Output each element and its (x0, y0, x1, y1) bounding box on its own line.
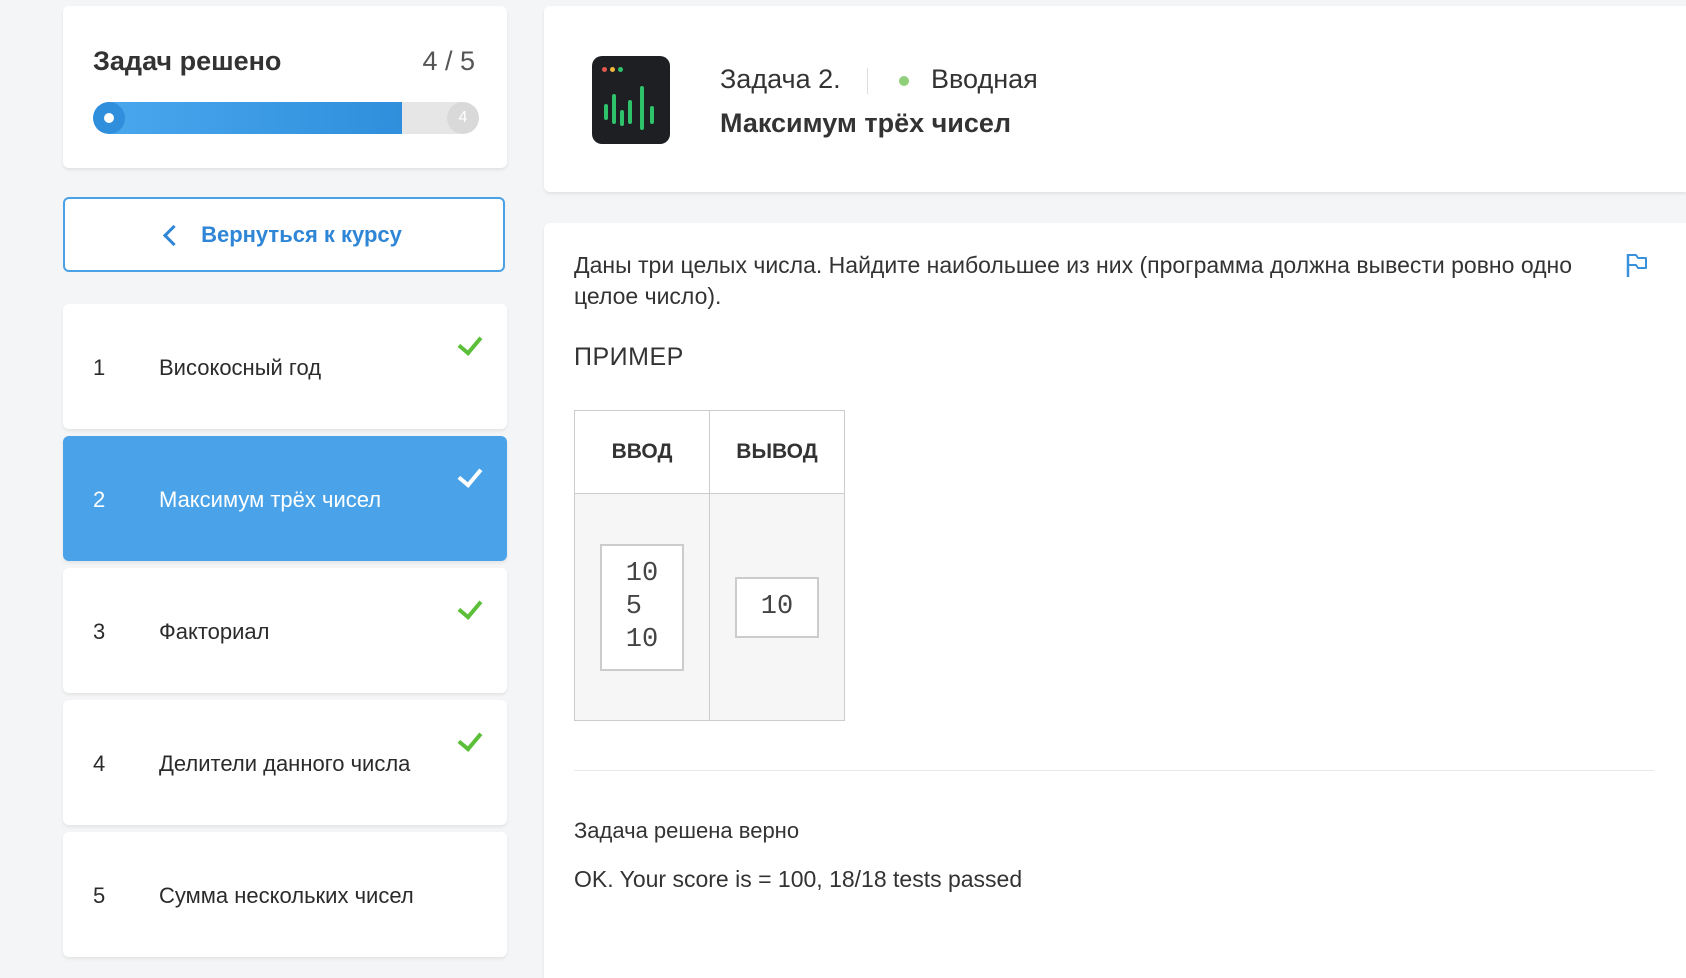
check-icon (457, 330, 483, 356)
example-table: ВВОД ВЫВОД 10 5 10 10 (574, 410, 845, 721)
output-header: ВЫВОД (709, 410, 845, 494)
output-cell: 10 (709, 493, 845, 721)
task-content: Даны три целых числа. Найдите наибольшее… (544, 223, 1686, 978)
task-number: 3 (93, 619, 106, 644)
task-item-3[interactable]: 3 Факториал (63, 568, 507, 693)
task-item-4[interactable]: 4 Делители данного числа (63, 700, 507, 825)
task-label: Сумма нескольких чисел (159, 883, 414, 908)
progress-count: 4 / 5 (422, 46, 475, 76)
check-icon (457, 594, 483, 620)
task-item-2[interactable]: 2 Максимум трёх чисел (63, 436, 507, 561)
task-label: Делители данного числа (159, 751, 411, 776)
back-to-course-button[interactable]: Вернуться к курсу (63, 197, 505, 272)
task-statement: Даны три целых числа. Найдите наибольшее… (574, 252, 1573, 309)
task-label: Максимум трёх чисел (159, 487, 382, 512)
back-to-course-label: Вернуться к курсу (201, 221, 402, 247)
chevron-left-icon (162, 224, 185, 247)
header-divider (867, 68, 868, 94)
task-number-label: Задача 2. (720, 64, 841, 94)
content-divider (574, 770, 1654, 771)
progress-card: Задач решено 4 / 5 4 (63, 6, 507, 168)
task-label: Високосный год (159, 355, 322, 380)
task-number: 1 (93, 355, 106, 380)
check-icon (457, 726, 483, 752)
terminal-chart-icon (592, 56, 670, 144)
sample-input: 10 5 10 (599, 543, 685, 671)
sample-output: 10 (734, 576, 820, 638)
result-status: Задача решена верно (574, 818, 800, 843)
task-level: Вводная (931, 64, 1038, 94)
input-header: ВВОД (574, 410, 710, 494)
progress-end-marker: 4 (447, 102, 479, 134)
task-item-5[interactable]: 5 Сумма нескольких чисел (63, 832, 507, 957)
task-item-1[interactable]: 1 Високосный год (63, 304, 507, 429)
task-number: 4 (93, 751, 106, 776)
example-heading: ПРИМЕР (574, 343, 684, 371)
progress-fill (93, 102, 402, 134)
input-cell: 10 5 10 (574, 493, 710, 721)
flag-icon[interactable] (1624, 251, 1650, 279)
level-indicator-dot (899, 76, 909, 86)
task-label: Факториал (159, 619, 270, 644)
task-number: 2 (93, 487, 106, 512)
task-number: 5 (93, 883, 106, 908)
check-icon (457, 462, 483, 488)
task-header: Задача 2. Вводная Максимум трёх чисел (544, 6, 1686, 192)
task-title: Максимум трёх чисел (720, 108, 1012, 138)
result-details: OK. Your score is = 100, 18/18 tests pas… (574, 866, 1023, 892)
progress-start-marker (93, 102, 125, 134)
progress-bar: 4 (93, 102, 479, 134)
progress-title: Задач решено (93, 46, 282, 76)
